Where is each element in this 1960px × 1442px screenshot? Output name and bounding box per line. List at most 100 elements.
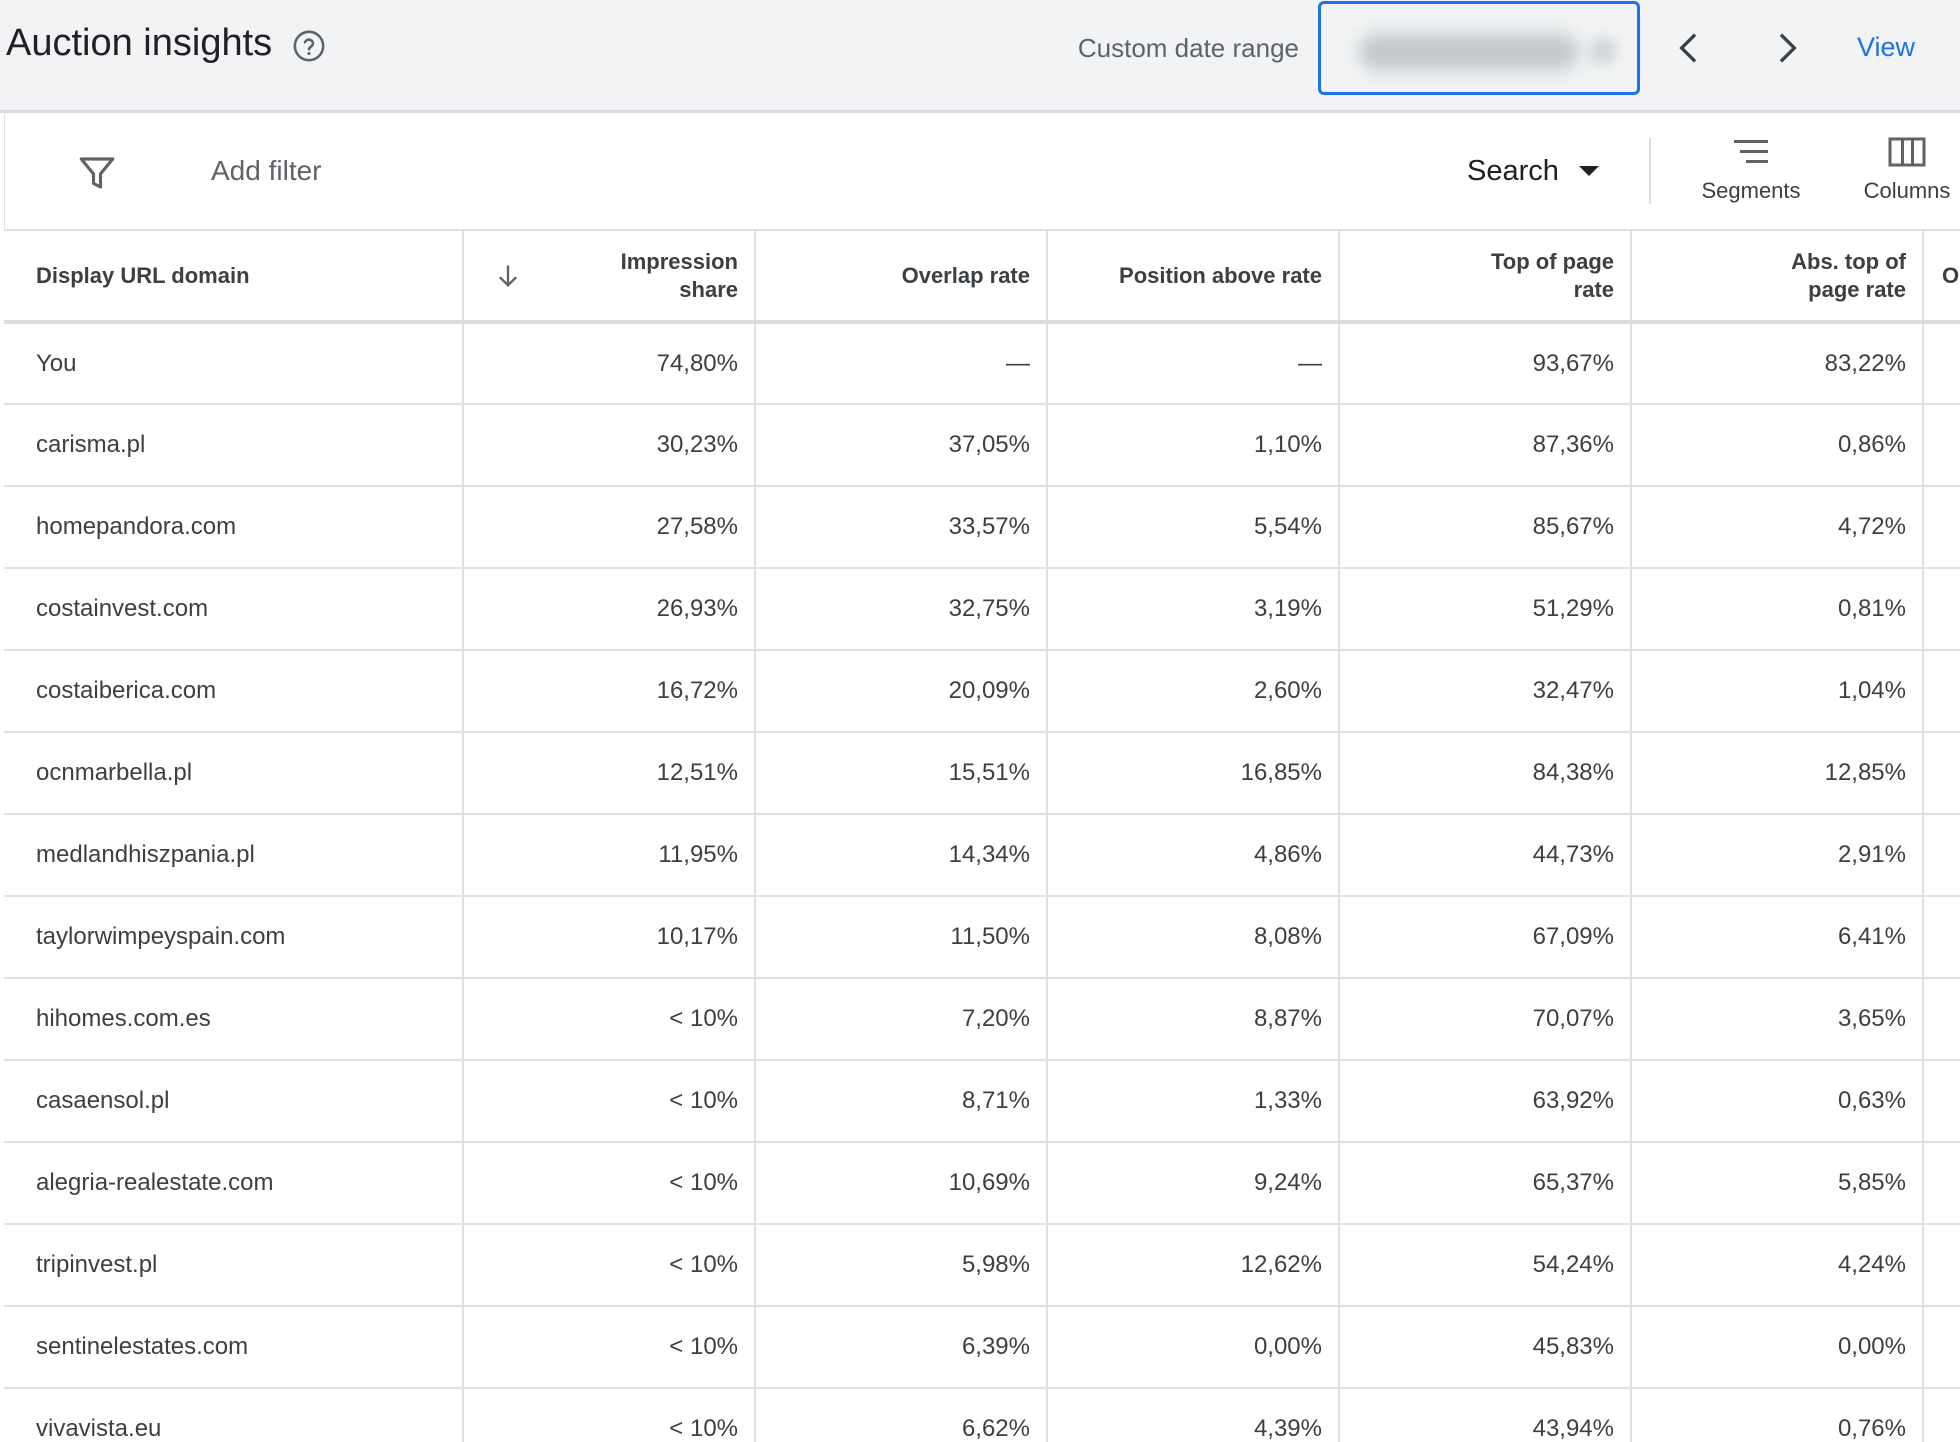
filter-toolbar: Add filter Search Segments Columns [4,114,1960,229]
sort-down-arrow-icon[interactable] [494,262,522,290]
cell-domain[interactable]: homepandora.com [4,486,464,569]
cell-position-above-rate: 3,19% [1047,568,1340,651]
network-select[interactable]: Search [1467,151,1599,191]
columns-label: Columns [1863,178,1951,203]
cell-domain[interactable]: medlandhiszpania.pl [4,814,464,897]
cell-overlap-rate: 33,57% [755,486,1048,569]
date-range-value-redacted [1359,34,1579,70]
cell-domain[interactable]: alegria-realestate.com [4,1142,464,1225]
cell-top-of-page-rate: 85,67% [1339,486,1632,569]
date-range-dropdown-redacted [1589,37,1617,65]
cell-abs-top-of-page-rate: 5,85% [1631,1142,1924,1225]
cell-domain[interactable]: costaiberica.com [4,650,464,733]
cell-truncated [1923,486,1960,569]
cell-domain[interactable]: hihomes.com.es [4,978,464,1061]
cell-position-above-rate: 1,10% [1047,404,1340,487]
toolbar-divider [1649,138,1651,204]
cell-position-above-rate: 4,39% [1047,1388,1340,1442]
table-row[interactable]: ocnmarbella.pl 12,51% 15,51% 16,85% 84,38% 12… [4,732,1960,815]
cell-top-of-page-rate: 43,94% [1339,1388,1632,1442]
cell-overlap-rate: 15,51% [755,732,1048,815]
cell-impression-share: 26,93% [463,568,756,651]
cell-abs-top-of-page-rate: 3,65% [1631,978,1924,1061]
cell-top-of-page-rate: 87,36% [1339,404,1632,487]
table-row[interactable]: vivavista.eu < 10% 6,62% 4,39% 43,94% 0,76% [4,1388,1960,1442]
cell-overlap-rate: 32,75% [755,568,1048,651]
cell-domain[interactable]: carisma.pl [4,404,464,487]
cell-truncated [1923,1060,1960,1143]
cell-overlap-rate: 37,05% [755,404,1048,487]
columns-icon [1888,137,1926,167]
table-row[interactable]: taylorwimpeyspain.com 10,17% 11,50% 8,08% 67… [4,896,1960,979]
cell-abs-top-of-page-rate: 6,41% [1631,896,1924,979]
network-select-value: Search [1467,154,1559,187]
table-row[interactable]: carisma.pl 30,23% 37,05% 1,10% 87,36% 0,86% [4,404,1960,487]
col-header-impression-share[interactable]: Impression share [463,229,756,324]
chevron-left-icon[interactable] [1670,28,1710,68]
col-header-display-url-domain[interactable]: Display URL domain [4,229,464,324]
cell-top-of-page-rate: 65,37% [1339,1142,1632,1225]
cell-domain[interactable]: You [4,322,464,405]
page-header: Auction insights Custom date range View [0,0,1960,113]
cell-top-of-page-rate: 54,24% [1339,1224,1632,1307]
cell-overlap-rate: 10,69% [755,1142,1048,1225]
table-row[interactable]: alegria-realestate.com < 10% 10,69% 9,24% 65… [4,1142,1960,1225]
cell-domain[interactable]: sentinelestates.com [4,1306,464,1389]
cell-truncated [1923,1306,1960,1389]
table-row[interactable]: sentinelestates.com < 10% 6,39% 0,00% 45,83%… [4,1306,1960,1389]
cell-position-above-rate: 12,62% [1047,1224,1340,1307]
filter-icon[interactable] [75,152,119,194]
cell-domain[interactable]: tripinvest.pl [4,1224,464,1307]
cell-overlap-rate: 6,39% [755,1306,1048,1389]
segments-button[interactable]: Segments [1691,136,1811,216]
cell-position-above-rate: 1,33% [1047,1060,1340,1143]
cell-abs-top-of-page-rate: 1,04% [1631,650,1924,733]
cell-impression-share: 11,95% [463,814,756,897]
col-header-top-of-page-rate[interactable]: Top of page rate [1339,229,1632,324]
table-row[interactable]: casaensol.pl < 10% 8,71% 1,33% 63,92% 0,63% [4,1060,1960,1143]
cell-top-of-page-rate: 70,07% [1339,978,1632,1061]
cell-domain[interactable]: casaensol.pl [4,1060,464,1143]
cell-overlap-rate: 11,50% [755,896,1048,979]
cell-overlap-rate: 6,62% [755,1388,1048,1442]
table-row[interactable]: medlandhiszpania.pl 11,95% 14,34% 4,86% 44,7… [4,814,1960,897]
col-header-truncated[interactable]: O [1923,229,1960,324]
col-header-abs-top-of-page-rate[interactable]: Abs. top of page rate [1631,229,1924,324]
cell-truncated [1923,1388,1960,1442]
col-header-overlap-rate[interactable]: Overlap rate [755,229,1048,324]
add-filter-input[interactable]: Add filter [211,155,322,187]
cell-abs-top-of-page-rate: 0,76% [1631,1388,1924,1442]
cell-truncated [1923,404,1960,487]
cell-position-above-rate: 4,86% [1047,814,1340,897]
table-row[interactable]: You 74,80% — —93,67% 83,22% [4,322,1960,405]
col-header-abs-top-of-page-rate-label: Abs. top of page rate [1791,248,1906,302]
cell-top-of-page-rate: 84,38% [1339,732,1632,815]
cell-top-of-page-rate: 45,83% [1339,1306,1632,1389]
cell-truncated [1923,814,1960,897]
table-row[interactable]: hihomes.com.es < 10% 7,20% 8,87% 70,07% 3,65% [4,978,1960,1061]
cell-abs-top-of-page-rate: 83,22% [1631,322,1924,405]
chevron-right-icon[interactable] [1766,28,1806,68]
cell-overlap-rate: 8,71% [755,1060,1048,1143]
date-range-picker[interactable] [1318,1,1640,95]
cell-domain[interactable]: ocnmarbella.pl [4,732,464,815]
cell-domain[interactable]: vivavista.eu [4,1388,464,1442]
table-row[interactable]: homepandora.com 27,58% 33,57% 5,54% 85,67% 4,… [4,486,1960,569]
cell-position-above-rate: 9,24% [1047,1142,1340,1225]
help-icon[interactable] [292,29,326,63]
table-row[interactable]: costaiberica.com 16,72% 20,09% 2,60% 32,47% 1… [4,650,1960,733]
cell-truncated [1923,1142,1960,1225]
table-body: You 74,80% — —93,67% 83,22% carisma.pl 30,23% 3… [4,322,1960,1442]
cell-impression-share: 16,72% [463,650,756,733]
columns-button[interactable]: Columns [1847,136,1960,216]
cell-top-of-page-rate: 32,47% [1339,650,1632,733]
cell-domain[interactable]: taylorwimpeyspain.com [4,896,464,979]
view-button[interactable]: View [1857,32,1915,63]
cell-domain[interactable]: costainvest.com [4,568,464,651]
cell-impression-share: < 10% [463,1388,756,1442]
col-header-position-above-rate[interactable]: Position above rate [1047,229,1340,324]
table-row[interactable]: tripinvest.pl < 10% 5,98% 12,62% 54,24% 4,24% [4,1224,1960,1307]
cell-position-above-rate: 8,08% [1047,896,1340,979]
cell-abs-top-of-page-rate: 0,86% [1631,404,1924,487]
table-row[interactable]: costainvest.com 26,93% 32,75% 3,19% 51,29% 0,… [4,568,1960,651]
